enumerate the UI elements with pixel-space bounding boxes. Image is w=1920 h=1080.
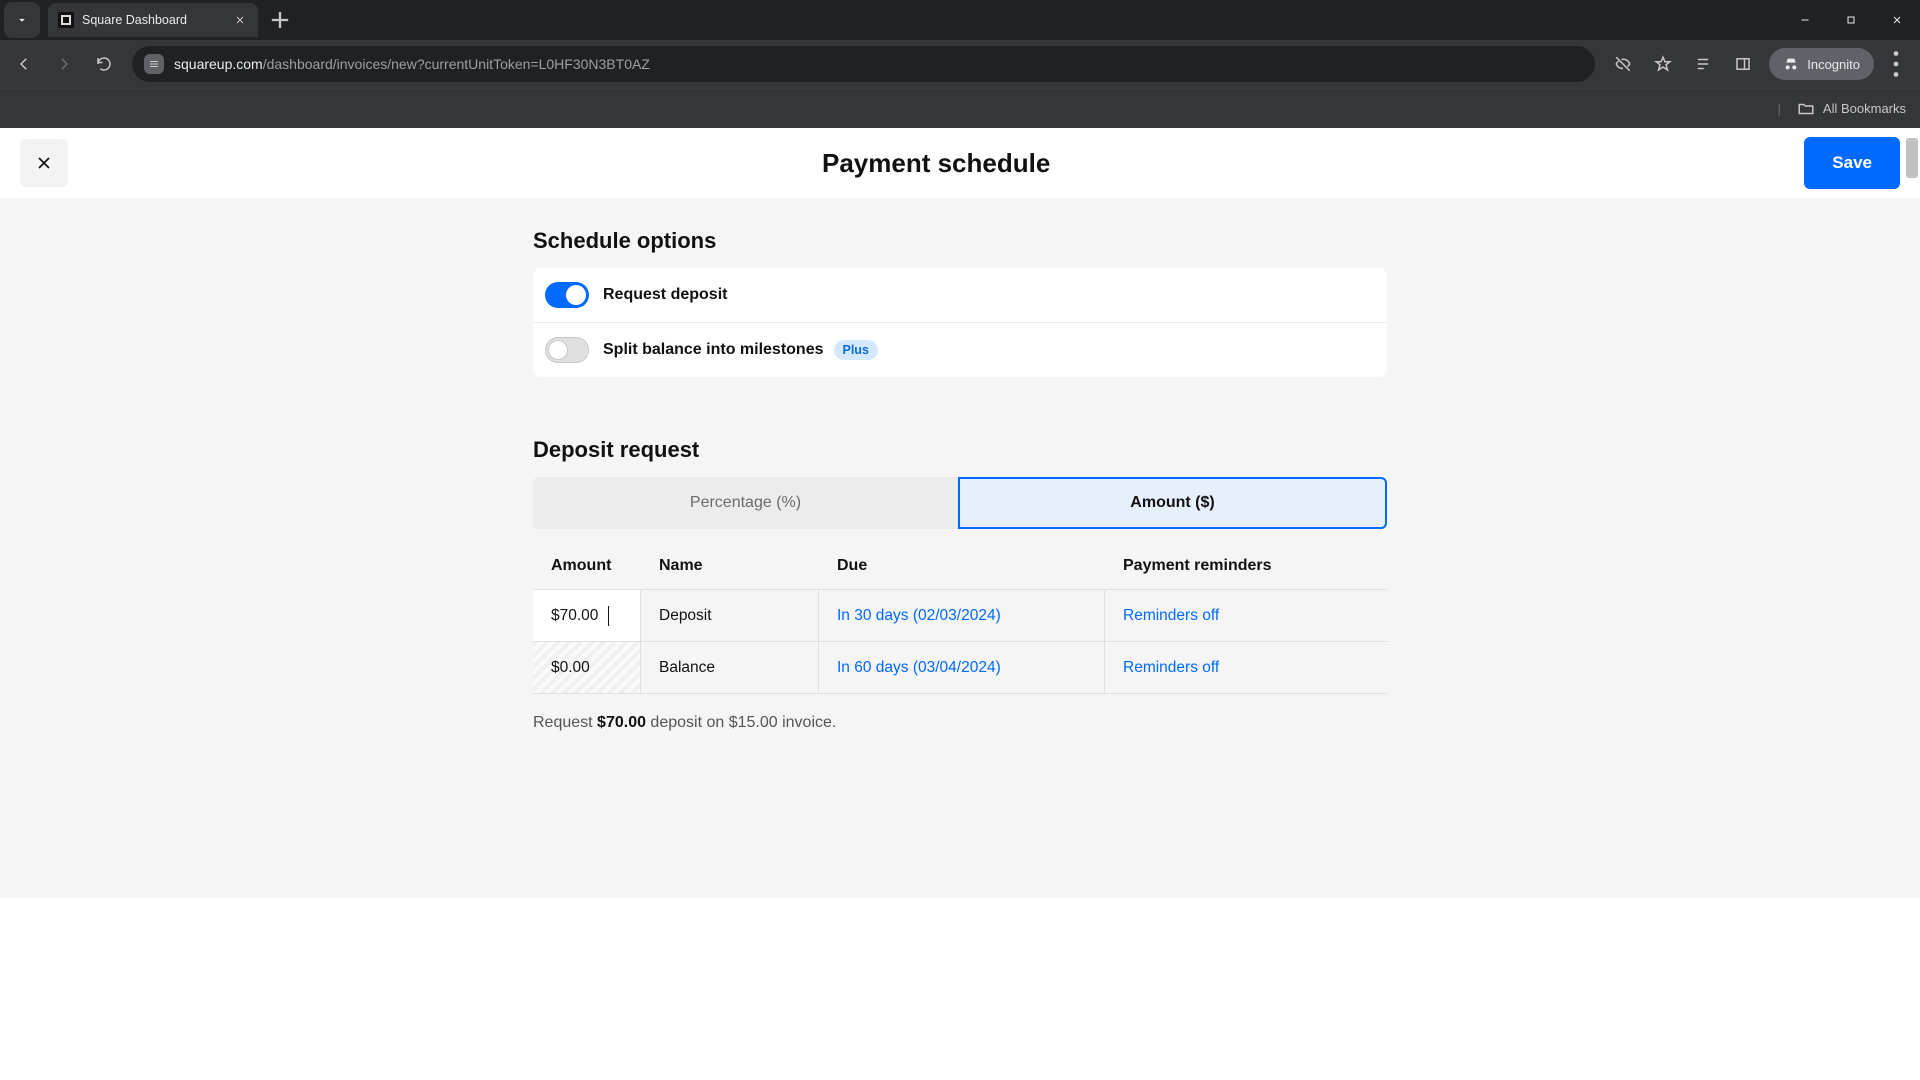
tab-close-button[interactable] bbox=[232, 12, 248, 28]
col-header-due: Due bbox=[837, 557, 1123, 575]
tab-title: Square Dashboard bbox=[82, 13, 232, 27]
tab-search-button[interactable] bbox=[4, 2, 40, 38]
url-host: squareup.com bbox=[174, 56, 263, 72]
schedule-options-heading: Schedule options bbox=[533, 228, 1387, 254]
url-path: /dashboard/invoices/new?currentUnitToken… bbox=[263, 56, 650, 72]
window-close-button[interactable] bbox=[1874, 0, 1920, 40]
tab-percentage[interactable]: Percentage (%) bbox=[533, 477, 958, 529]
deposit-due-link[interactable]: In 30 days (02/03/2024) bbox=[819, 590, 1105, 641]
window-maximize-button[interactable] bbox=[1828, 0, 1874, 40]
balance-name-cell[interactable]: Balance bbox=[641, 642, 819, 693]
split-milestones-row: Split balance into milestones Plus bbox=[533, 322, 1387, 377]
tab-amount[interactable]: Amount ($) bbox=[958, 477, 1387, 529]
deposit-reminders-link[interactable]: Reminders off bbox=[1105, 590, 1387, 641]
table-row-deposit: $70.00 Deposit In 30 days (02/03/2024) R… bbox=[533, 590, 1387, 642]
balance-amount-value: $0.00 bbox=[551, 659, 590, 677]
deposit-amount-input[interactable]: $70.00 bbox=[533, 590, 641, 641]
balance-reminders-link[interactable]: Reminders off bbox=[1105, 642, 1387, 693]
deposit-type-toggle: Percentage (%) Amount ($) bbox=[533, 477, 1387, 529]
address-bar[interactable]: squareup.com/dashboard/invoices/new?curr… bbox=[132, 46, 1595, 82]
split-milestones-toggle[interactable] bbox=[545, 337, 589, 363]
side-panel-icon[interactable] bbox=[1725, 46, 1761, 82]
summary-amount: $70.00 bbox=[597, 714, 646, 731]
all-bookmarks-label: All Bookmarks bbox=[1823, 101, 1906, 116]
balance-amount-cell: $0.00 bbox=[533, 642, 641, 693]
incognito-label: Incognito bbox=[1807, 57, 1860, 72]
plus-badge: Plus bbox=[834, 340, 878, 360]
close-button[interactable] bbox=[20, 139, 68, 187]
nav-forward-button[interactable] bbox=[46, 46, 82, 82]
save-button[interactable]: Save bbox=[1804, 137, 1900, 189]
deposit-table: Amount Name Due Payment reminders $70.00… bbox=[533, 557, 1387, 694]
site-info-icon[interactable] bbox=[144, 54, 164, 74]
bookmarks-separator: | bbox=[1778, 101, 1781, 116]
scrollbar-thumb[interactable] bbox=[1906, 138, 1918, 178]
bookmark-star-icon[interactable] bbox=[1645, 46, 1681, 82]
nav-back-button[interactable] bbox=[6, 46, 42, 82]
browser-tab[interactable]: Square Dashboard bbox=[48, 3, 258, 37]
col-header-amount: Amount bbox=[551, 557, 659, 575]
browser-menu-button[interactable] bbox=[1878, 46, 1914, 82]
deposit-name-cell[interactable]: Deposit bbox=[641, 590, 819, 641]
col-header-reminders: Payment reminders bbox=[1123, 557, 1369, 575]
table-row-balance: $0.00 Balance In 60 days (03/04/2024) Re… bbox=[533, 642, 1387, 694]
deposit-summary-text: Request $70.00 deposit on $15.00 invoice… bbox=[533, 714, 1387, 732]
eye-off-icon[interactable] bbox=[1605, 46, 1641, 82]
split-milestones-label: Split balance into milestones bbox=[603, 341, 824, 359]
request-deposit-row: Request deposit bbox=[533, 268, 1387, 322]
window-minimize-button[interactable] bbox=[1782, 0, 1828, 40]
request-deposit-toggle[interactable] bbox=[545, 282, 589, 308]
deposit-amount-value: $70.00 bbox=[551, 607, 598, 625]
deposit-request-heading: Deposit request bbox=[533, 437, 1387, 463]
nav-reload-button[interactable] bbox=[86, 46, 122, 82]
new-tab-button[interactable] bbox=[266, 6, 294, 34]
reading-list-icon[interactable] bbox=[1685, 46, 1721, 82]
summary-prefix: Request bbox=[533, 714, 597, 731]
summary-suffix: deposit on $15.00 invoice. bbox=[646, 714, 836, 731]
balance-due-link[interactable]: In 60 days (03/04/2024) bbox=[819, 642, 1105, 693]
col-header-name: Name bbox=[659, 557, 837, 575]
text-cursor bbox=[608, 606, 609, 626]
page-title: Payment schedule bbox=[68, 148, 1804, 179]
all-bookmarks-button[interactable]: All Bookmarks bbox=[1797, 100, 1906, 118]
request-deposit-label: Request deposit bbox=[603, 286, 727, 304]
schedule-options-card: Request deposit Split balance into miles… bbox=[533, 268, 1387, 377]
tab-favicon bbox=[58, 12, 74, 28]
incognito-indicator[interactable]: Incognito bbox=[1769, 48, 1874, 80]
